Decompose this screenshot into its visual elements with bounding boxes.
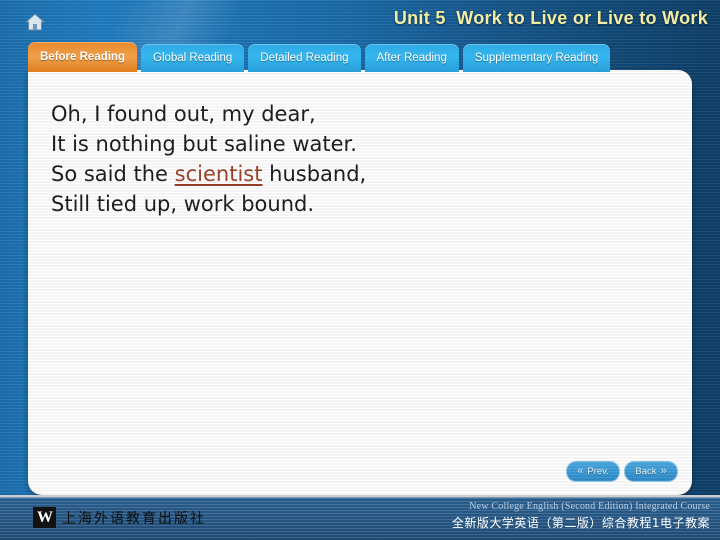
- course-title-chinese: 全新版大学英语（第二版）综合教程1电子教案: [451, 516, 710, 530]
- double-chevron-left-icon: «: [577, 465, 584, 477]
- poem-line-3-prefix: So said the: [51, 162, 175, 186]
- tab-supplementary-reading[interactable]: Supplementary Reading: [462, 44, 611, 72]
- footer-band: W 上海外语教育出版社 New College English (Second …: [0, 495, 720, 540]
- tab-bar: Before Reading Global Reading Detailed R…: [28, 42, 611, 72]
- poem-line-4: Still tied up, work bound.: [51, 192, 315, 216]
- poem-line-1: Oh, I found out, my dear,: [51, 102, 316, 126]
- publisher-mark-icon: W: [33, 507, 56, 528]
- tab-after-reading[interactable]: After Reading: [364, 44, 459, 72]
- tab-global-reading[interactable]: Global Reading: [141, 44, 245, 72]
- prev-button-label: Prev.: [587, 466, 609, 477]
- publisher-logo: W 上海外语教育出版社: [33, 507, 206, 528]
- poem-text: Oh, I found out, my dear, It is nothing …: [51, 99, 366, 219]
- publisher-name: 上海外语教育出版社: [62, 510, 206, 527]
- poem-keyword-scientist: scientist: [174, 162, 263, 186]
- home-icon[interactable]: [24, 12, 46, 32]
- back-button[interactable]: Back »: [624, 461, 678, 482]
- course-info: New College English (Second Edition) Int…: [452, 501, 710, 531]
- double-chevron-right-icon: »: [660, 465, 667, 477]
- course-title-english: New College English (Second Edition) Int…: [469, 501, 710, 512]
- prev-button[interactable]: « Prev.: [566, 461, 620, 482]
- content-panel: Oh, I found out, my dear, It is nothing …: [28, 70, 692, 495]
- page-title: Unit 5 Work to Live or Live to Work: [393, 8, 708, 28]
- poem-line-3: So said the scientist husband,: [51, 159, 366, 189]
- poem-line-2: It is nothing but saline water.: [51, 132, 357, 156]
- slide-stage: Unit 5 Work to Live or Live to Work Befo…: [0, 0, 720, 540]
- navigation-buttons: « Prev. Back »: [566, 461, 678, 482]
- tab-before-reading[interactable]: Before Reading: [28, 42, 137, 72]
- poem-line-3-suffix: husband,: [262, 162, 367, 186]
- tab-detailed-reading[interactable]: Detailed Reading: [248, 44, 361, 72]
- back-button-label: Back: [635, 466, 657, 477]
